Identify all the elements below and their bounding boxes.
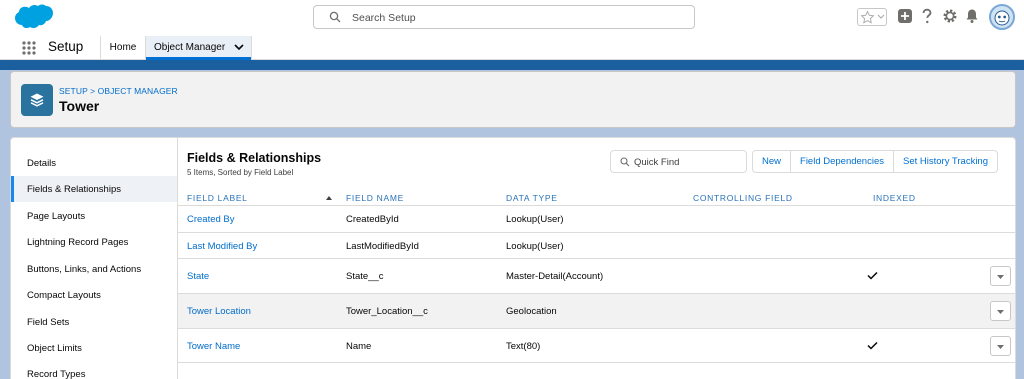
data-type-cell: Lookup(User) <box>506 214 564 225</box>
object-icon <box>21 84 53 116</box>
chevron-down-icon <box>997 345 1004 349</box>
sidebar-item-fields-relationships[interactable]: Fields & Relationships <box>11 176 177 202</box>
layers-icon <box>30 93 44 107</box>
quick-find-placeholder: Quick Find <box>634 157 680 168</box>
set-history-tracking-button[interactable]: Set History Tracking <box>893 151 997 172</box>
app-name: Setup <box>48 39 84 54</box>
field-label-link[interactable]: State <box>187 271 209 282</box>
new-button[interactable]: New <box>753 151 790 172</box>
sidebar-item-details[interactable]: Details <box>11 150 177 176</box>
favorites-button[interactable] <box>857 8 887 26</box>
field-name-cell: Tower_Location__c <box>346 306 428 317</box>
checkmark-icon <box>867 341 878 350</box>
sidebar-item-label: Fields & Relationships <box>27 184 121 195</box>
sidebar-item-record-types[interactable]: Record Types <box>11 361 177 379</box>
chevron-down-icon <box>877 14 885 19</box>
section-title: Fields & Relationships <box>187 151 322 165</box>
chevron-down-icon[interactable] <box>234 44 244 51</box>
sidebar-item-label: Object Limits <box>27 343 82 354</box>
main-card: Details Fields & Relationships Page Layo… <box>10 137 1016 379</box>
sidebar-item-label: Field Sets <box>27 317 70 328</box>
data-type-cell: Text(80) <box>506 341 541 352</box>
sidebar-item-label: Compact Layouts <box>27 290 101 301</box>
chevron-down-icon <box>997 310 1004 314</box>
active-indicator <box>11 176 14 202</box>
sidebar-item-object-limits[interactable]: Object Limits <box>11 335 177 361</box>
global-search-input[interactable]: Search Setup <box>313 5 695 29</box>
search-icon <box>620 157 630 167</box>
nav-tab-object-manager[interactable]: Object Manager <box>145 36 252 60</box>
sidebar-item-field-sets[interactable]: Field Sets <box>11 309 177 335</box>
checkmark-icon <box>867 271 878 280</box>
field-name-cell: State__c <box>346 271 384 282</box>
add-icon[interactable] <box>897 8 913 24</box>
nav-tab-label: Object Manager <box>154 42 226 53</box>
nav-tab-home[interactable]: Home <box>101 36 145 60</box>
app-nav-bar: Setup Home Object Manager <box>0 36 1024 60</box>
avatar[interactable] <box>989 4 1015 30</box>
sidebar-item-lightning-record-pages[interactable]: Lightning Record Pages <box>11 229 177 255</box>
field-name-cell: LastModifiedById <box>346 241 419 252</box>
salesforce-logo[interactable] <box>12 4 54 32</box>
sort-ascending-icon[interactable] <box>325 195 333 201</box>
chevron-down-icon <box>997 275 1004 279</box>
sidebar-item-label: Details <box>27 158 57 169</box>
sidebar-item-page-layouts[interactable]: Page Layouts <box>11 203 177 229</box>
column-header-controlling-field[interactable]: CONTROLLING FIELD <box>693 193 793 203</box>
field-label-link[interactable]: Tower Name <box>187 341 240 352</box>
object-sidebar: Details Fields & Relationships Page Layo… <box>11 138 178 379</box>
field-label-link[interactable]: Tower Location <box>187 306 251 317</box>
field-name-cell: CreatedById <box>346 214 399 225</box>
search-placeholder: Search Setup <box>352 12 416 24</box>
table-row: State State__c Master-Detail(Account) <box>178 258 1015 293</box>
sidebar-item-label: Record Types <box>27 369 86 379</box>
gear-icon[interactable] <box>942 8 958 24</box>
page-title: Tower <box>59 98 100 114</box>
table-row: Created By CreatedById Lookup(User) <box>178 205 1015 232</box>
row-actions-dropdown[interactable] <box>990 301 1011 321</box>
notification-bell-icon[interactable] <box>965 8 979 24</box>
column-header-field-name[interactable]: FIELD NAME <box>346 193 404 203</box>
section-subtitle: 5 Items, Sorted by Field Label <box>187 168 294 177</box>
sidebar-item-label: Lightning Record Pages <box>27 237 129 248</box>
sidebar-item-compact-layouts[interactable]: Compact Layouts <box>11 282 177 308</box>
column-header-indexed[interactable]: INDEXED <box>873 193 916 203</box>
table-row: Tower Name Name Text(80) <box>178 328 1015 363</box>
data-type-cell: Lookup(User) <box>506 241 564 252</box>
sidebar-item-label: Buttons, Links, and Actions <box>27 264 142 275</box>
search-icon <box>329 11 341 23</box>
breadcrumb[interactable]: SETUP > OBJECT MANAGER <box>59 86 178 96</box>
field-dependencies-button[interactable]: Field Dependencies <box>790 151 893 172</box>
data-type-cell: Master-Detail(Account) <box>506 271 604 282</box>
field-label-link[interactable]: Last Modified By <box>187 241 257 252</box>
sidebar-item-buttons-links-actions[interactable]: Buttons, Links, and Actions <box>11 256 177 282</box>
field-label-link[interactable]: Created By <box>187 214 235 225</box>
row-actions-dropdown[interactable] <box>990 336 1011 356</box>
field-name-cell: Name <box>346 341 372 352</box>
column-header-field-label[interactable]: FIELD LABEL <box>187 193 248 203</box>
help-icon[interactable] <box>920 8 934 24</box>
fields-relationships-panel: Fields & Relationships 5 Items, Sorted b… <box>178 138 1015 379</box>
app-launcher-icon[interactable] <box>21 40 37 56</box>
table-row: Last Modified By LastModifiedById Lookup… <box>178 232 1015 258</box>
column-header-data-type[interactable]: DATA TYPE <box>506 193 558 203</box>
brand-band <box>0 60 1024 70</box>
star-icon <box>860 10 875 24</box>
page-header: SETUP > OBJECT MANAGER Tower <box>10 71 1016 128</box>
action-button-group: New Field Dependencies Set History Track… <box>752 150 998 173</box>
sidebar-item-label: Page Layouts <box>27 211 86 222</box>
row-actions-dropdown[interactable] <box>990 266 1011 286</box>
quick-find-input[interactable]: Quick Find <box>610 150 747 173</box>
data-type-cell: Geolocation <box>506 306 557 317</box>
table-row: Tower Location Tower_Location__c Geoloca… <box>178 293 1015 328</box>
global-header: Search Setup <box>0 0 1024 36</box>
